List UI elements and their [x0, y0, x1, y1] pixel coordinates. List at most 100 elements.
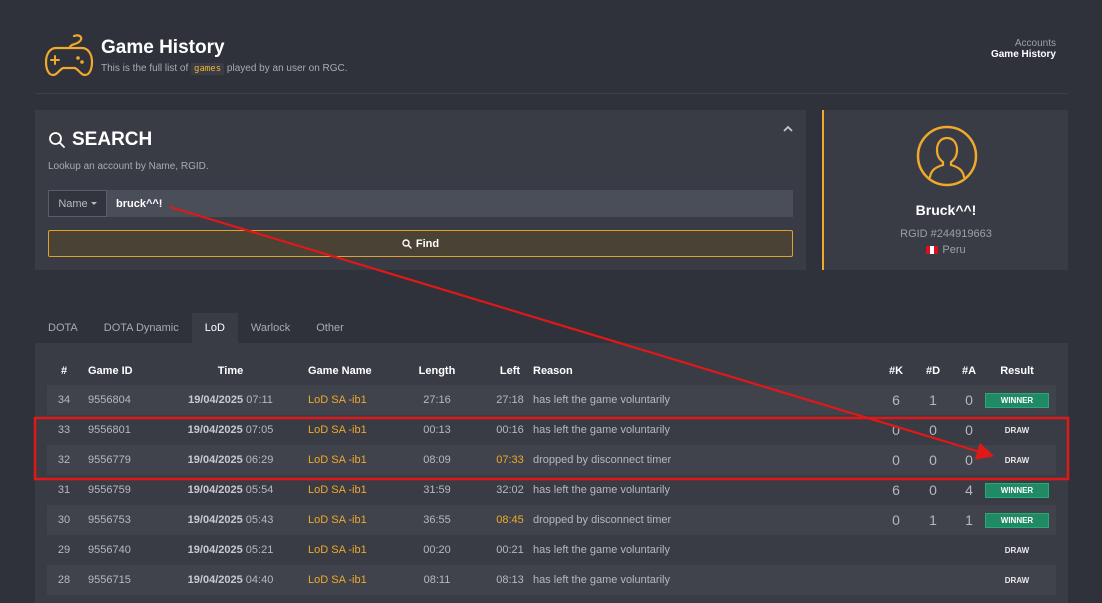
row-left: 00:21: [496, 544, 524, 556]
profile-card: Bruck^^! RGID #244919663 Peru: [822, 110, 1068, 270]
col-deaths[interactable]: #D: [918, 356, 948, 386]
row-length: 00:20: [423, 544, 451, 556]
breadcrumb-accounts-link[interactable]: Accounts: [991, 38, 1056, 49]
row-left: 00:16: [496, 424, 524, 436]
row-deaths: [918, 535, 948, 565]
row-deaths: 1: [929, 392, 937, 408]
row-reason: dropped by disconnect timer: [533, 454, 672, 466]
row-assists: [954, 565, 984, 595]
row-left: 08:45: [496, 514, 524, 526]
chevron-up-icon[interactable]: [782, 124, 794, 134]
row-game-id: 9556715: [88, 574, 131, 586]
profile-rgid: RGID #244919663: [900, 228, 992, 240]
user-avatar-icon: [916, 125, 978, 187]
result-badge: WINNER: [985, 512, 1049, 528]
row-deaths: [918, 565, 948, 595]
breadcrumb-current: Game History: [990, 49, 1056, 60]
row-deaths: 0: [929, 422, 937, 438]
col-result[interactable]: Result: [985, 356, 1049, 386]
profile-name: Bruck^^!: [915, 202, 977, 218]
row-length: 36:55: [423, 514, 451, 526]
search-icon: [402, 238, 412, 249]
row-game-name[interactable]: LoD SA -ib1: [308, 385, 367, 415]
row-result: DRAW: [985, 445, 1049, 475]
row-num: 31: [57, 484, 71, 496]
row-game-name[interactable]: LoD SA -ib1: [308, 535, 367, 565]
row-game-name[interactable]: LoD SA -ib1: [308, 415, 367, 445]
row-kills: 0: [892, 422, 900, 438]
row-length: 27:16: [423, 394, 451, 406]
row-length: 31:59: [423, 484, 451, 496]
row-reason: has left the game voluntarily: [533, 424, 670, 436]
row-length: 08:09: [423, 454, 451, 466]
row-game-name[interactable]: LoD SA -ib1: [308, 505, 367, 535]
search-type-dropdown[interactable]: Name: [48, 190, 107, 217]
row-result: WINNER: [985, 385, 1049, 415]
row-result: DRAW: [985, 535, 1049, 565]
row-time: 19/04/2025 07:11: [188, 394, 273, 406]
row-kills: 0: [892, 452, 900, 468]
row-num: 28: [57, 574, 71, 586]
tab-dota[interactable]: DOTA: [35, 313, 91, 343]
table-row[interactable]: 31 9556759 19/04/2025 05:54 LoD SA -ib1 …: [47, 475, 1056, 505]
row-kills: 6: [892, 392, 900, 408]
row-assists: 4: [965, 482, 973, 498]
row-result: WINNER: [985, 505, 1049, 535]
gamepad-icon: [44, 34, 94, 77]
search-icon: [49, 132, 65, 148]
row-result: DRAW: [985, 565, 1049, 595]
peru-flag-icon: [926, 246, 939, 254]
row-game-name[interactable]: LoD SA -ib1: [308, 445, 367, 475]
header-divider: [35, 93, 1068, 94]
row-reason: has left the game voluntarily: [533, 544, 670, 556]
row-reason: has left the game voluntarily: [533, 394, 670, 406]
result-badge: DRAW: [1004, 545, 1030, 555]
col-left[interactable]: Left: [485, 356, 535, 386]
col-time[interactable]: Time: [167, 356, 294, 386]
row-game-id: 9556779: [88, 454, 131, 466]
table-row[interactable]: 28 9556715 19/04/2025 04:40 LoD SA -ib1 …: [47, 565, 1056, 595]
row-game-id: 9556804: [88, 394, 131, 406]
row-time: 19/04/2025 05:21: [187, 544, 274, 556]
search-input[interactable]: [107, 190, 793, 217]
game-tabs: DOTA DOTA Dynamic LoD Warlock Other: [35, 313, 357, 343]
row-time: 19/04/2025 06:29: [187, 454, 274, 466]
row-deaths: 0: [929, 452, 937, 468]
table-row[interactable]: 34 9556804 19/04/2025 07:11 LoD SA -ib1 …: [47, 385, 1056, 415]
col-game-id[interactable]: Game ID: [88, 356, 133, 386]
tab-dota-dynamic[interactable]: DOTA Dynamic: [91, 313, 192, 343]
row-game-name[interactable]: LoD SA -ib1: [308, 565, 367, 595]
row-reason: dropped by disconnect timer: [533, 514, 672, 526]
col-length[interactable]: Length: [412, 356, 462, 386]
row-kills: [881, 565, 911, 595]
find-button[interactable]: Find: [48, 230, 793, 257]
search-description: Lookup an account by Name, RGID.: [48, 161, 209, 172]
row-assists: 1: [965, 512, 973, 528]
row-time: 19/04/2025 04:40: [187, 574, 274, 586]
search-title: SEARCH: [48, 129, 152, 151]
row-num: 30: [57, 514, 71, 526]
table-row[interactable]: 32 9556779 19/04/2025 06:29 LoD SA -ib1 …: [47, 445, 1056, 475]
col-num[interactable]: #: [47, 356, 81, 386]
table-row[interactable]: 29 9556740 19/04/2025 05:21 LoD SA -ib1 …: [47, 535, 1056, 565]
game-history-table: # Game ID Time Game Name Length Left Rea…: [35, 343, 1068, 603]
tab-other[interactable]: Other: [303, 313, 357, 343]
row-game-id: 9556759: [88, 484, 131, 496]
col-reason[interactable]: Reason: [533, 356, 573, 386]
table-row[interactable]: 30 9556753 19/04/2025 05:43 LoD SA -ib1 …: [47, 505, 1056, 535]
row-result: DRAW: [985, 415, 1049, 445]
row-game-id: 9556801: [88, 424, 131, 436]
row-game-name[interactable]: LoD SA -ib1: [308, 475, 367, 505]
col-assists[interactable]: #A: [954, 356, 984, 386]
table-row[interactable]: 33 9556801 19/04/2025 07:05 LoD SA -ib1 …: [47, 415, 1056, 445]
row-reason: has left the game voluntarily: [533, 484, 670, 496]
row-game-id: 9556740: [88, 544, 131, 556]
row-num: 32: [57, 454, 71, 466]
col-game-name[interactable]: Game Name: [308, 356, 372, 386]
col-kills[interactable]: #K: [881, 356, 911, 386]
row-num: 29: [57, 544, 71, 556]
row-left: 32:02: [496, 484, 524, 496]
tab-warlock[interactable]: Warlock: [238, 313, 303, 343]
tab-lod[interactable]: LoD: [191, 313, 238, 343]
result-badge: WINNER: [985, 482, 1049, 498]
